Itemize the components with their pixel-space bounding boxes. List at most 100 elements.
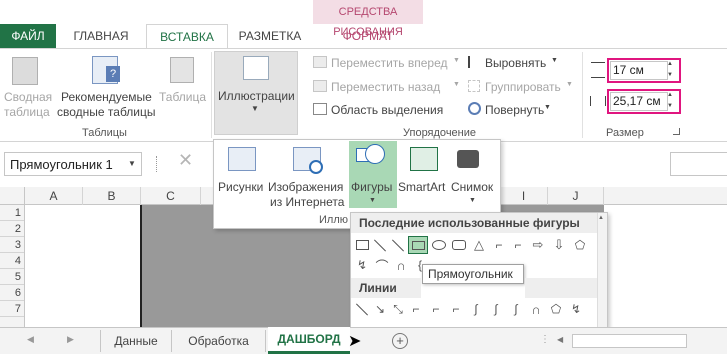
rectangle-shape-icon[interactable] [408, 236, 428, 254]
pivot-table-icon [12, 57, 38, 85]
text-box-shape-icon[interactable] [354, 237, 370, 253]
sheet-tab-processing[interactable]: Обработка [172, 330, 266, 352]
gallery-scrollbar[interactable] [597, 213, 607, 327]
arrange-group-label: Упорядочение [403, 127, 476, 139]
oval-shape-icon[interactable] [431, 237, 447, 253]
sheet-tab-data[interactable]: Данные [100, 330, 172, 352]
curve-shape-icon[interactable]: ∩ [393, 257, 409, 273]
recommended-pivot-button-line2[interactable]: сводные таблицы [57, 105, 155, 119]
tab-file[interactable]: ФАЙЛ [0, 24, 56, 48]
dialog-launcher-icon[interactable] [673, 128, 680, 135]
pivot-table-button-line2[interactable]: таблица [4, 105, 50, 119]
spin-down-icon[interactable]: ▼ [667, 72, 673, 78]
elbow-double-arrow-connector-icon[interactable]: ⌐ [448, 301, 464, 317]
horizontal-scrollbar-grip[interactable]: ⋮ [540, 334, 550, 345]
scroll-left-icon[interactable]: ◀ [557, 335, 563, 344]
column-header-c[interactable]: C [141, 187, 201, 205]
chevron-down-icon[interactable]: ▼ [128, 159, 136, 168]
column-header-j[interactable]: J [548, 187, 604, 205]
curved-arrow-connector-icon[interactable]: ∫ [488, 301, 504, 317]
selection-pane-button[interactable]: Область выделения [331, 103, 443, 117]
send-backward-icon [313, 80, 327, 92]
bring-forward-icon [313, 56, 327, 68]
recommended-pivot-button-line1[interactable]: Рекомендуемые [61, 90, 152, 104]
row-header[interactable]: 2 [0, 221, 24, 237]
row-header[interactable]: 1 [0, 205, 24, 221]
row-header[interactable]: 4 [0, 253, 24, 269]
arrow-shape-icon[interactable] [390, 237, 406, 253]
bring-forward-button[interactable]: Переместить вперед [331, 56, 447, 70]
tab-home[interactable]: ГЛАВНАЯ [56, 24, 146, 48]
column-header-i[interactable]: I [500, 187, 548, 205]
selection-pane-icon [313, 103, 327, 115]
shape-width-icon [590, 96, 606, 106]
row-header[interactable]: 5 [0, 269, 24, 285]
lines-header-label: Линии [359, 281, 397, 295]
shapes-label: Фигуры [351, 180, 393, 194]
illustrations-label: Иллюстрации [218, 89, 295, 103]
chevron-down-icon: ▼ [469, 197, 476, 204]
row-header[interactable]: 3 [0, 237, 24, 253]
arrow-shape-icon[interactable]: ↘ [372, 301, 388, 317]
arc-shape-icon[interactable]: ⌒ [374, 257, 390, 274]
scroll-prev-sheet-icon[interactable]: ◀ [27, 334, 34, 345]
spin-down-icon[interactable]: ▼ [667, 103, 673, 109]
tab-format[interactable]: ФОРМАТ [313, 24, 423, 48]
separator [582, 52, 583, 138]
online-pictures-button-line1[interactable]: Изображения [268, 180, 343, 194]
context-tab-header-label: СРЕДСТВА РИСОВАНИЯ [333, 6, 403, 38]
chevron-down-icon: ▼ [551, 57, 558, 64]
tab-page-layout[interactable]: РАЗМЕТКА [228, 24, 312, 48]
rounded-rectangle-shape-icon[interactable] [451, 237, 467, 253]
elbow-arrow-connector-icon[interactable]: ⌐ [510, 237, 526, 253]
smartart-icon [410, 147, 438, 171]
down-arrow-shape-icon[interactable]: ⇩ [551, 237, 567, 253]
column-header-b[interactable]: B [83, 187, 141, 205]
freeform-shape-icon[interactable]: ↯ [354, 257, 370, 273]
scroll-up-icon[interactable]: ▲ [598, 215, 604, 221]
elbow-arrow-connector-icon[interactable]: ⌐ [428, 301, 444, 317]
line-shape-icon[interactable] [372, 237, 388, 253]
send-backward-button[interactable]: Переместить назад [331, 80, 440, 94]
horizontal-scrollbar-thumb[interactable] [572, 334, 687, 348]
pentagon-shape-icon[interactable]: ⬠ [572, 237, 588, 253]
freeform-shape-icon[interactable]: ⬠ [548, 301, 564, 317]
pivot-table-button-line1[interactable]: Сводная [4, 90, 52, 104]
elbow-connector-icon[interactable]: ⌐ [491, 237, 507, 253]
row-header[interactable]: 6 [0, 285, 24, 301]
row-header[interactable]: 7 [0, 301, 24, 317]
sheet-tab-dashboard[interactable]: ДАШБОРД [268, 327, 350, 354]
elbow-connector-icon[interactable]: ⌐ [408, 301, 424, 317]
triangle-shape-icon[interactable]: △ [471, 237, 487, 253]
rotate-button[interactable]: Повернуть [485, 103, 544, 117]
screenshot-label[interactable]: Снимок [451, 180, 493, 194]
scribble-shape-icon[interactable]: ↯ [568, 301, 584, 317]
cell-area[interactable] [25, 205, 141, 327]
smartart-button[interactable]: SmartArt [398, 180, 445, 194]
group-button[interactable]: Группировать [485, 80, 561, 94]
spin-up-icon[interactable]: ▲ [667, 92, 673, 98]
double-arrow-shape-icon[interactable]: ⤡ [390, 301, 406, 317]
right-arrow-shape-icon[interactable]: ⇨ [530, 237, 546, 253]
column-header-a[interactable]: A [25, 187, 83, 205]
spin-up-icon[interactable]: ▲ [667, 61, 673, 67]
lines-header-bg-right [525, 278, 597, 298]
select-all-corner[interactable] [0, 187, 25, 205]
formula-bar-input[interactable] [670, 152, 727, 176]
tab-insert[interactable]: ВСТАВКА [146, 24, 228, 49]
separator [211, 52, 212, 138]
cell-area-right[interactable] [604, 205, 727, 327]
curved-connector-icon[interactable]: ∫ [468, 301, 484, 317]
cancel-icon[interactable]: ✕ [178, 150, 193, 171]
align-button[interactable]: Выровнять [485, 56, 546, 70]
pictures-button[interactable]: Рисунки [218, 180, 263, 194]
scroll-next-sheet-icon[interactable]: ▶ [67, 334, 74, 345]
online-pictures-button-line2[interactable]: из Интернета [270, 195, 344, 209]
add-sheet-icon[interactable]: + [392, 333, 408, 349]
rotate-icon [468, 102, 481, 115]
curve-shape-icon[interactable]: ∩ [528, 301, 544, 317]
curved-double-arrow-connector-icon[interactable]: ∫ [508, 301, 524, 317]
line-shape-icon[interactable] [354, 301, 370, 317]
illustrations-group-label-partial: Иллю [319, 214, 348, 226]
table-button[interactable]: Таблица [159, 90, 206, 104]
